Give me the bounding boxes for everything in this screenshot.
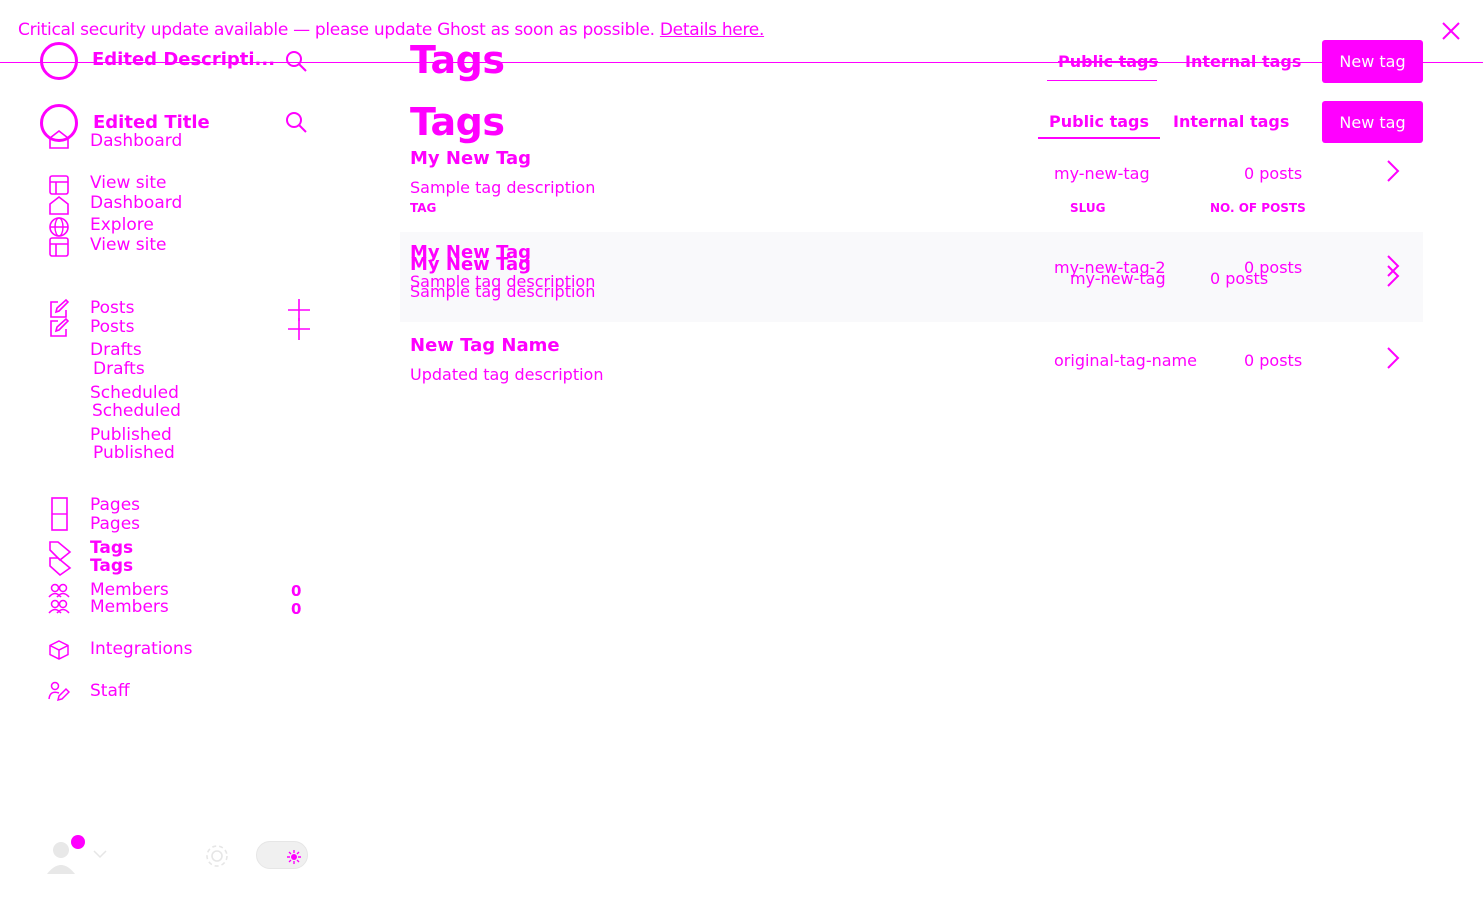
sidebar-item-scheduled[interactable]: Scheduled <box>90 383 179 403</box>
chevron-right-icon[interactable] <box>1384 345 1402 371</box>
home-icon <box>48 128 70 150</box>
page-title: Tags <box>410 100 505 144</box>
chevron-right-icon[interactable] <box>1384 158 1402 184</box>
sidebar-item-tags-ghost: Tags <box>90 556 134 576</box>
tag-slug: original-tag-name <box>1054 351 1197 370</box>
chevron-right-icon <box>1384 263 1402 289</box>
tag-description: Updated tag description <box>410 365 604 384</box>
sidebar-item-drafts[interactable]: Drafts <box>90 340 142 360</box>
security-banner: Critical security update available — ple… <box>18 20 764 40</box>
home-icon <box>48 194 70 216</box>
new-tag-button[interactable]: New tag <box>1322 101 1423 143</box>
search-icon[interactable] <box>284 49 308 73</box>
ghost-tag-description: Sample tag description <box>410 282 596 301</box>
tag-name[interactable]: My New Tag <box>410 148 531 169</box>
add-post-icon[interactable] <box>286 316 312 342</box>
sidebar-item-tags[interactable]: Tags <box>90 538 133 558</box>
sidebar-item-published[interactable]: Published <box>90 425 172 445</box>
tab-internal-tags[interactable]: Internal tags <box>1164 104 1299 137</box>
sun-icon <box>287 849 301 864</box>
tag-post-count[interactable]: 0 posts <box>1244 351 1302 370</box>
globe-icon <box>48 216 70 238</box>
sidebar-item-scheduled-ghost: Scheduled <box>92 401 181 421</box>
tag-name[interactable]: New Tag Name <box>410 335 560 356</box>
sidebar-item-posts-ghost: Posts <box>90 317 135 337</box>
tab-underline-ghost <box>1047 80 1157 81</box>
column-header-slug: SLUG <box>1070 201 1106 215</box>
sidebar-item-published-ghost: Published <box>93 443 175 463</box>
new-tag-button-ghost: New tag <box>1322 40 1423 83</box>
sidebar-item-posts[interactable]: Posts <box>90 298 134 318</box>
ghost-dashboard-label: Dashboard <box>90 131 183 151</box>
notification-dot <box>71 835 85 849</box>
column-header-tag: TAG <box>410 201 437 215</box>
tab-internal-ghost: Internal tags <box>1185 52 1302 71</box>
tab-public-tags[interactable]: Public tags <box>1038 104 1161 139</box>
tag-icon <box>48 540 72 576</box>
page-icon <box>50 496 70 532</box>
tag-slug: my-new-tag <box>1054 164 1150 183</box>
sidebar-item-view-site-2[interactable]: View site <box>90 235 166 255</box>
column-header-posts: NO. OF POSTS <box>1210 201 1306 215</box>
sidebar-item-integrations[interactable]: Integrations <box>90 639 193 659</box>
sidebar-item-drafts-ghost: Drafts <box>93 359 145 379</box>
dark-mode-toggle[interactable] <box>256 841 308 869</box>
staff-icon <box>48 681 70 703</box>
site-title: Edited Title <box>93 112 210 133</box>
ghost-site-title: Edited Descripti... <box>92 49 276 70</box>
sidebar-item-view-site[interactable]: View site <box>90 173 166 193</box>
page-title-ghost: Tags <box>410 38 505 82</box>
sidebar-item-dashboard[interactable]: Dashboard <box>90 193 182 213</box>
layout-icon <box>48 174 70 196</box>
members-count: 0 <box>291 582 302 600</box>
banner-details-link[interactable]: Details here. <box>660 20 764 40</box>
ghost-site-logo <box>40 42 78 80</box>
gear-icon[interactable] <box>203 842 231 870</box>
search-icon[interactable] <box>284 110 308 134</box>
sidebar-item-pages[interactable]: Pages <box>90 495 140 515</box>
ghost-tag-slug: my-new-tag <box>1070 269 1166 288</box>
chevron-down-icon[interactable] <box>92 848 108 860</box>
pencil-icon <box>48 317 70 339</box>
close-icon[interactable] <box>1440 20 1462 42</box>
sidebar-item-explore[interactable]: Explore <box>90 215 154 235</box>
cube-icon <box>48 639 70 661</box>
sidebar-item-staff[interactable]: Staff <box>90 681 130 701</box>
layout-icon <box>48 236 70 258</box>
banner-message: Critical security update available — ple… <box>18 20 655 40</box>
tab-public-ghost: Public tags <box>1058 52 1159 71</box>
members-count-ghost: 0 <box>291 600 302 618</box>
members-icon <box>48 582 70 618</box>
tag-post-count[interactable]: 0 posts <box>1244 164 1302 183</box>
sidebar-item-members-ghost: Members <box>90 597 169 617</box>
sidebar-item-pages-ghost: Pages <box>90 514 141 534</box>
tag-description: Sample tag description <box>410 178 596 197</box>
ghost-tag-post-count: 0 posts <box>1210 269 1269 288</box>
